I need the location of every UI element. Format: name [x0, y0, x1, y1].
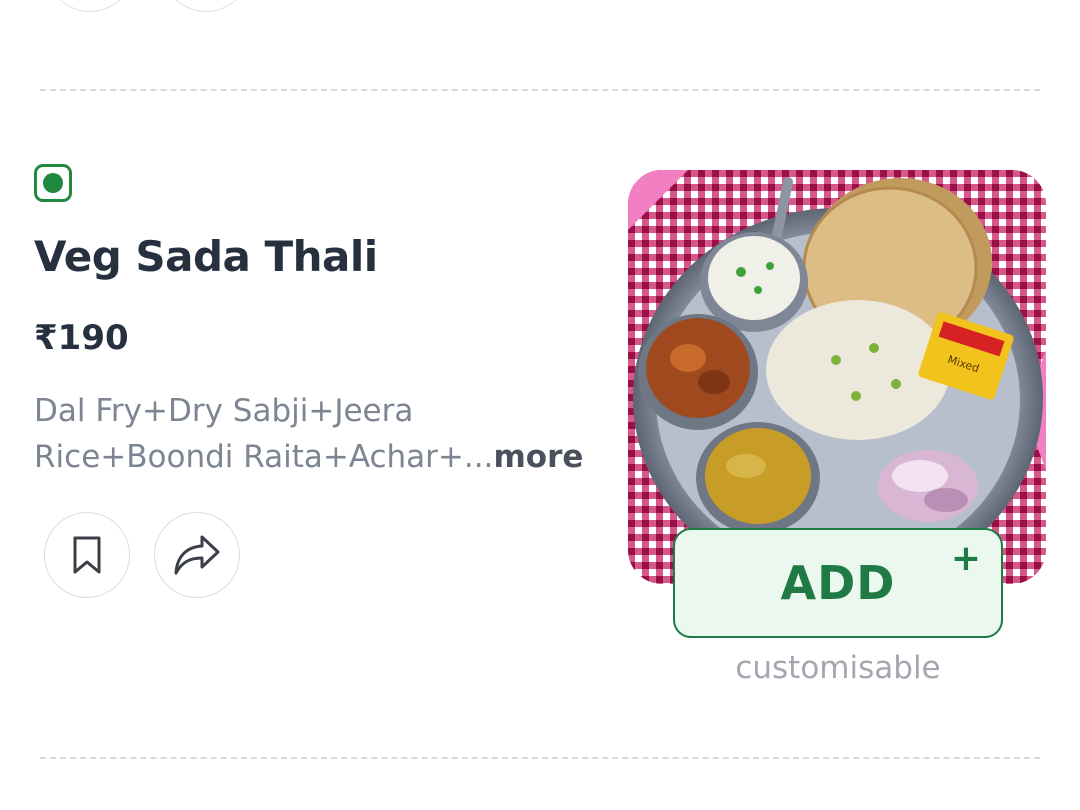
item-description-text: Dal Fry+Dry Sabji+Jeera Rice+Boondi Rait…	[34, 393, 494, 475]
item-description: Dal Fry+Dry Sabji+Jeera Rice+Boondi Rait…	[34, 388, 614, 480]
bookmark-button[interactable]	[44, 512, 130, 598]
add-button-label: ADD	[780, 556, 896, 610]
divider-top	[40, 89, 1040, 91]
bookmark-icon	[73, 536, 101, 574]
divider-bottom	[40, 757, 1040, 759]
previous-item-bookmark-button[interactable]	[46, 0, 134, 12]
item-title: Veg Sada Thali	[34, 232, 378, 281]
previous-item-share-button[interactable]	[162, 0, 250, 12]
customisable-label: customisable	[735, 650, 941, 686]
veg-indicator-dot	[43, 173, 63, 193]
item-price: ₹190	[34, 318, 129, 358]
share-button[interactable]	[154, 512, 240, 598]
share-icon	[174, 535, 220, 575]
plus-icon: +	[950, 538, 981, 579]
food-image[interactable]: Mixed	[628, 170, 1046, 584]
veg-indicator-icon	[34, 164, 72, 202]
add-button[interactable]: ADD +	[673, 528, 1003, 638]
more-link[interactable]: more	[493, 439, 583, 475]
thali-illustration: Mixed	[628, 170, 1046, 584]
